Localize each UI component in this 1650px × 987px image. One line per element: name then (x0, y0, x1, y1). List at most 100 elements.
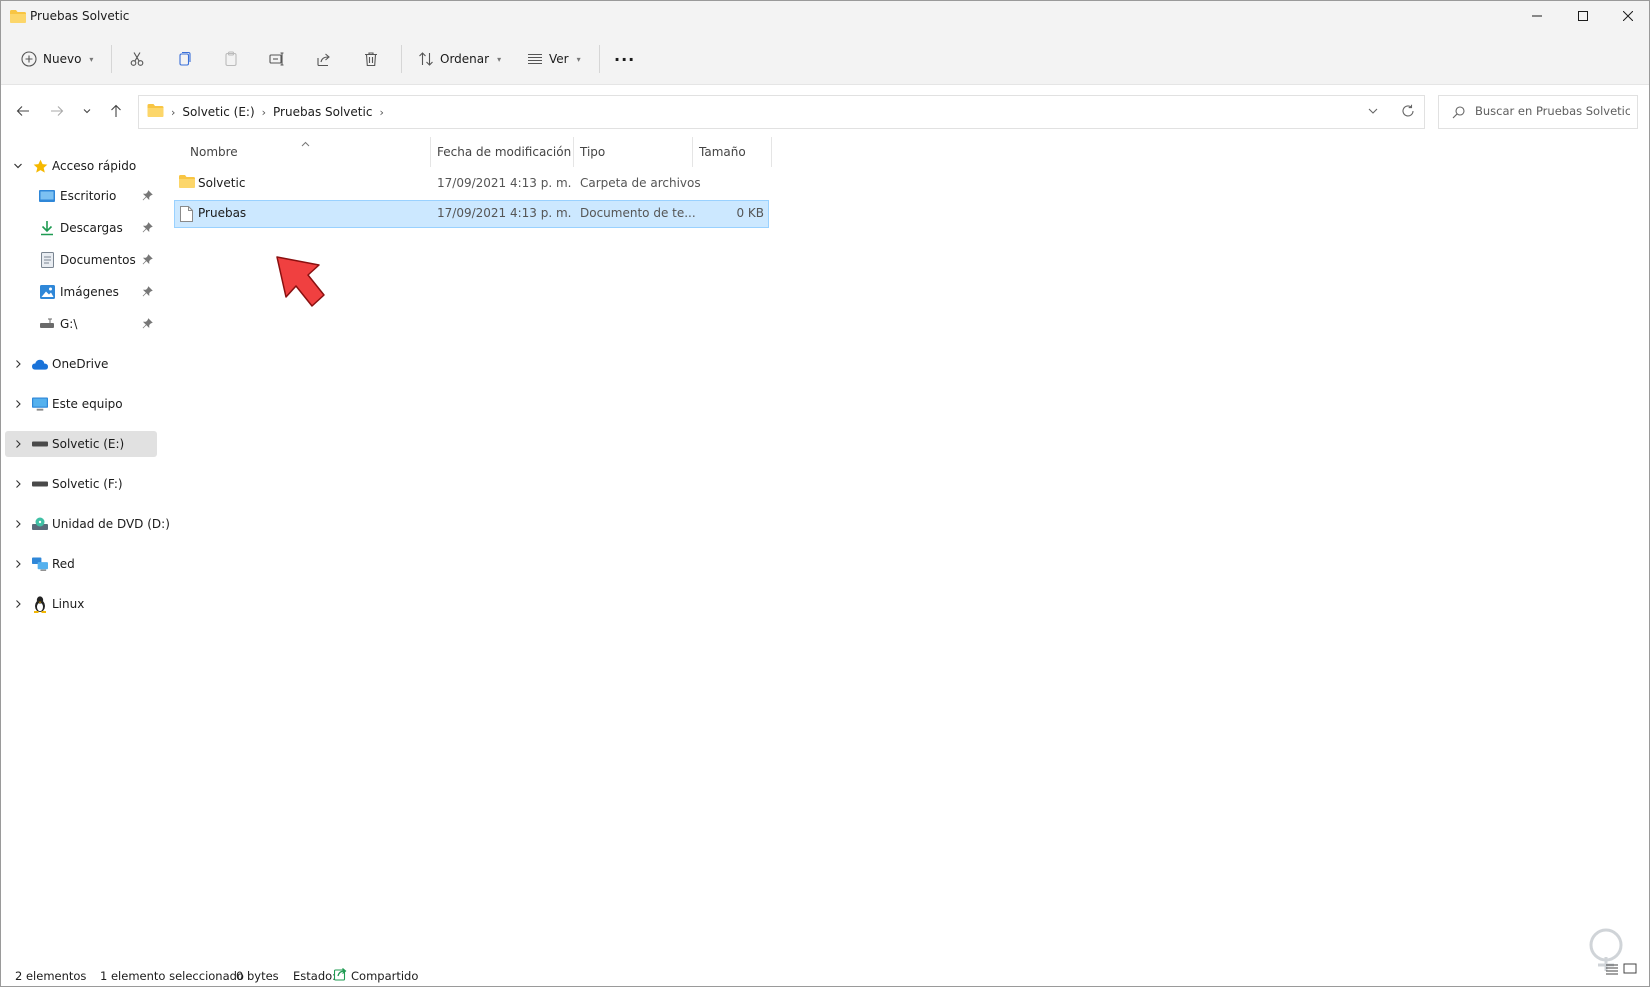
file-type: Carpeta de archivos (580, 176, 701, 190)
tiles-view-icon (1623, 963, 1637, 974)
column-header-label: Tipo (580, 145, 606, 159)
sidebar-item-documents[interactable]: Documentos (5, 247, 157, 273)
chevron-down-icon (1368, 108, 1378, 114)
up-button[interactable] (104, 99, 128, 123)
file-date: 17/09/2021 4:13 p. m. (437, 176, 572, 190)
chevron-down-icon: ▾ (576, 54, 581, 64)
desktop-icon (39, 188, 55, 204)
new-button-label: Nuevo (43, 52, 82, 66)
delete-button[interactable] (363, 43, 379, 75)
column-header-size[interactable]: Tamaño (693, 137, 772, 167)
network-drive-icon (39, 316, 55, 332)
refresh-icon (1402, 104, 1414, 117)
state-value: Compartido (351, 969, 419, 983)
separator (599, 45, 600, 73)
search-box[interactable] (1438, 95, 1638, 129)
address-bar[interactable]: › Solvetic (E:) › Pruebas Solvetic › (138, 95, 1425, 129)
column-header-name[interactable]: Nombre (174, 137, 431, 167)
sort-button[interactable]: Ordenar ▾ (418, 43, 501, 75)
minimize-button[interactable] (1514, 1, 1560, 31)
sidebar-item-dvd-drive[interactable]: Unidad de DVD (D:) (5, 511, 170, 537)
column-header-type[interactable]: Tipo (574, 137, 693, 167)
breadcrumb: › Solvetic (E:) › Pruebas Solvetic › (147, 96, 384, 128)
more-icon: ··· (614, 49, 636, 69)
chevron-right-icon[interactable]: › (262, 106, 266, 119)
view-list-icon (528, 53, 542, 65)
refresh-button[interactable] (1401, 104, 1415, 121)
column-header-date[interactable]: Fecha de modificación (431, 137, 574, 167)
window-title: Pruebas Solvetic (30, 9, 130, 23)
sidebar-item-downloads[interactable]: Descargas (5, 215, 157, 241)
copy-icon (179, 51, 191, 66)
pin-icon[interactable] (142, 286, 153, 300)
chevron-right-icon[interactable] (12, 398, 24, 410)
cut-button[interactable] (129, 43, 145, 75)
chevron-right-icon[interactable]: › (379, 106, 383, 119)
arrow-left-icon (16, 106, 29, 116)
table-row[interactable]: Pruebas 17/09/2021 4:13 p. m. Documento … (174, 200, 769, 228)
breadcrumb-item[interactable]: Solvetic (E:) (182, 105, 254, 119)
copy-button[interactable] (176, 43, 192, 75)
computer-icon (32, 396, 48, 412)
sidebar-item-onedrive[interactable]: OneDrive (5, 351, 157, 377)
chevron-right-icon[interactable]: › (171, 106, 175, 119)
sidebar-item-pictures[interactable]: Imágenes (5, 279, 157, 305)
chevron-right-icon[interactable] (12, 558, 24, 570)
sidebar-item-this-pc[interactable]: Este equipo (5, 391, 157, 417)
sidebar-item-network[interactable]: Red (5, 551, 157, 577)
trash-icon (365, 52, 377, 67)
chevron-right-icon[interactable] (12, 518, 24, 530)
rename-button[interactable] (269, 43, 285, 75)
sidebar-item-drive-f[interactable]: Solvetic (F:) (5, 471, 157, 497)
chevron-right-icon[interactable] (12, 598, 24, 610)
file-name: Pruebas (198, 206, 247, 220)
maximize-icon (1578, 11, 1588, 21)
linux-icon (32, 595, 48, 613)
chevron-right-icon[interactable] (12, 478, 24, 490)
view-button[interactable]: Ver ▾ (527, 43, 581, 75)
pin-icon[interactable] (142, 318, 153, 332)
breadcrumb-item[interactable]: Pruebas Solvetic (273, 105, 372, 119)
sidebar-item-drive-e[interactable]: Solvetic (E:) (5, 431, 157, 457)
sidebar-item-linux[interactable]: Linux (5, 591, 157, 617)
file-name: Solvetic (198, 176, 246, 190)
sidebar-item-label: Este equipo (52, 397, 123, 411)
sidebar-item-label: Solvetic (F:) (52, 477, 123, 491)
maximize-button[interactable] (1560, 1, 1606, 31)
share-button[interactable] (316, 43, 332, 75)
search-input[interactable] (1475, 104, 1630, 118)
paste-button[interactable] (223, 43, 239, 75)
column-header-label: Fecha de modificación (437, 145, 572, 159)
forward-button[interactable] (45, 99, 69, 123)
new-button[interactable]: Nuevo ▾ (21, 43, 93, 75)
scissors-icon (130, 52, 144, 66)
details-view-button[interactable] (1605, 963, 1619, 978)
cloud-icon (32, 356, 48, 372)
title-bar: Pruebas Solvetic (1, 1, 1649, 31)
tiles-view-button[interactable] (1623, 963, 1637, 978)
pin-icon[interactable] (142, 254, 153, 268)
more-options-button[interactable]: ··· (614, 43, 635, 75)
file-type: Documento de te... (580, 206, 696, 220)
back-button[interactable] (11, 99, 35, 123)
text-file-icon (180, 206, 193, 225)
clipboard-icon (225, 51, 237, 67)
chevron-down-icon: ▾ (497, 54, 502, 64)
chevron-right-icon[interactable] (12, 358, 24, 370)
table-row[interactable]: Solvetic 17/09/2021 4:13 p. m. Carpeta d… (174, 170, 769, 198)
pin-icon[interactable] (142, 222, 153, 236)
sidebar-item-desktop[interactable]: Escritorio (5, 183, 157, 209)
recent-locations-button[interactable] (75, 99, 99, 123)
file-list: Nombre Fecha de modificación Tipo Tamaño… (174, 137, 1644, 957)
pin-icon[interactable] (142, 190, 153, 204)
file-date: 17/09/2021 4:13 p. m. (437, 206, 572, 220)
chevron-right-icon[interactable] (12, 438, 24, 450)
close-button[interactable] (1605, 1, 1650, 31)
sidebar-item-quick-access[interactable]: Acceso rápido (5, 153, 157, 179)
sidebar-item-g-drive[interactable]: G:\ (5, 311, 157, 337)
chevron-down-icon[interactable] (12, 160, 24, 172)
sidebar-item-label: Acceso rápido (52, 159, 137, 173)
address-history-button[interactable] (1367, 105, 1379, 120)
plus-circle-icon (21, 51, 37, 67)
command-bar: Nuevo ▾ Ordenar ▾ Ver ▾ ··· (1, 31, 1649, 85)
